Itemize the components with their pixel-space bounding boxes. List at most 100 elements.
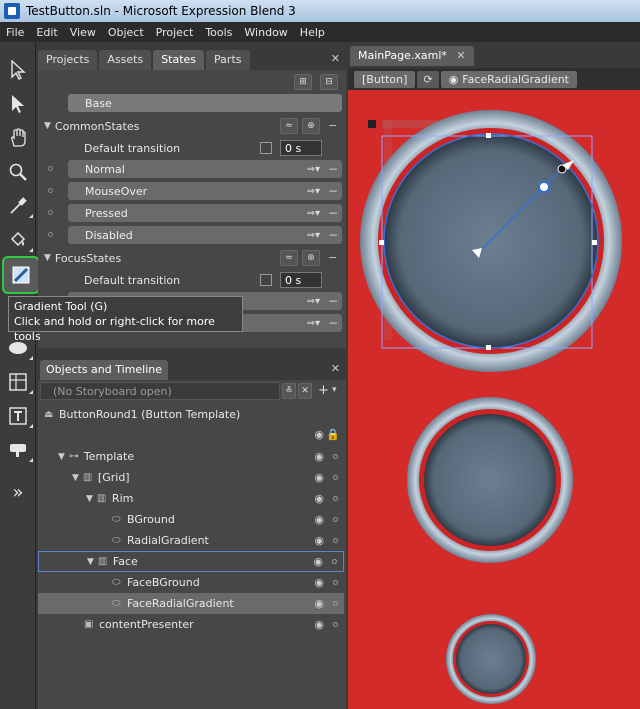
state-options-icon[interactable]: ⊟ (320, 74, 338, 90)
add-transition-icon[interactable]: ⇒▾ (307, 208, 320, 219)
selection-arrow-icon[interactable] (4, 56, 32, 84)
state-disabled[interactable]: Disabled ⇒▾ − (68, 226, 342, 244)
eye-icon[interactable]: ◉ (314, 450, 324, 463)
state-recording-dot[interactable] (48, 188, 53, 193)
state-mouseover[interactable]: MouseOver ⇒▾ − (68, 182, 342, 200)
remove-group-icon[interactable]: − (328, 251, 337, 264)
pan-hand-icon[interactable] (4, 124, 32, 152)
state-group-focusstates[interactable]: ▼ FocusStates (44, 249, 121, 267)
add-transition-icon[interactable]: ⇒▾ (307, 230, 320, 241)
eye-icon[interactable]: ◉ (314, 534, 324, 547)
asset-tool-icon[interactable] (4, 436, 33, 464)
paint-bucket-icon[interactable] (4, 226, 33, 254)
remove-state-icon[interactable]: − (328, 206, 338, 220)
up-scope-icon[interactable]: ⏏ (44, 409, 54, 419)
eye-icon[interactable]: ◉ (313, 555, 323, 568)
easing-icon[interactable] (260, 142, 272, 154)
new-storyboard-icon[interactable]: + (318, 383, 329, 398)
tree-row[interactable]: ▣ contentPresenter ◉ (38, 614, 344, 635)
add-state-icon[interactable]: ⊕ (302, 250, 320, 266)
transition-duration-input[interactable]: 0 s (280, 140, 322, 156)
menu-window[interactable]: Window (238, 26, 293, 39)
artboard[interactable] (348, 90, 640, 709)
state-recording-dot[interactable] (48, 232, 53, 237)
state-group-commonstates[interactable]: ▼ CommonStates (44, 117, 139, 135)
more-tools-icon[interactable]: » (4, 478, 32, 506)
state-pressed[interactable]: Pressed ⇒▾ − (68, 204, 342, 222)
pin-icon[interactable]: ✕ (331, 52, 340, 65)
add-transition-icon[interactable]: ⇒▾ (307, 164, 320, 175)
eye-icon[interactable]: ◉ (314, 471, 324, 484)
base-state[interactable]: Base (68, 94, 342, 112)
storyboard-menu-icon[interactable]: ▾ (332, 385, 337, 395)
expand-triangle-icon[interactable]: ▼ (87, 557, 94, 567)
pin-icon[interactable]: ✕ (331, 362, 340, 375)
tree-row[interactable]: ⬭ RadialGradient ◉ (38, 530, 344, 551)
transition-effect-icon[interactable]: ≈ (280, 118, 298, 134)
zoom-icon[interactable] (4, 158, 32, 186)
resize-handle[interactable] (379, 240, 384, 245)
breadcrumb-face-radial-gradient[interactable]: ◉ FaceRadialGradient (440, 70, 577, 88)
text-icon[interactable] (4, 402, 33, 430)
tab-assets[interactable]: Assets (99, 50, 152, 70)
state-normal[interactable]: Normal ⇒▾ − (68, 160, 342, 178)
tab-parts[interactable]: Parts (206, 50, 250, 70)
objects-panel-title[interactable]: Objects and Timeline (40, 360, 169, 380)
expand-triangle-icon[interactable]: ▼ (72, 473, 79, 483)
menu-file[interactable]: File (0, 26, 30, 39)
menu-tools[interactable]: Tools (199, 26, 238, 39)
state-recording-dot[interactable] (48, 210, 53, 215)
lock-dot-icon[interactable] (333, 454, 338, 459)
template-root-row[interactable]: ⏏ ButtonRound1 (Button Template) (38, 404, 344, 425)
close-storyboard-icon[interactable]: ✕ (298, 383, 312, 399)
resize-handle[interactable] (592, 240, 597, 245)
add-transition-icon[interactable]: ⇒▾ (307, 318, 320, 329)
remove-state-icon[interactable]: − (328, 316, 338, 330)
eye-icon[interactable]: ◉ (314, 576, 324, 589)
menu-edit[interactable]: Edit (30, 26, 63, 39)
lock-dot-icon[interactable] (332, 559, 337, 564)
tree-row[interactable]: ▼ ▥ [Grid] ◉ (38, 467, 344, 488)
grid-layout-icon[interactable] (4, 368, 33, 396)
direct-selection-icon[interactable] (4, 90, 32, 118)
transition-duration-input[interactable]: 0 s (280, 272, 322, 288)
eyedropper-icon[interactable] (4, 192, 33, 220)
expand-triangle-icon[interactable]: ▼ (44, 253, 51, 263)
lock-dot-icon[interactable] (333, 580, 338, 585)
menu-help[interactable]: Help (294, 26, 331, 39)
eye-icon[interactable]: ◉ (314, 492, 324, 505)
expand-triangle-icon[interactable]: ▼ (44, 121, 51, 131)
tree-row[interactable]: ⬭ FaceBGround ◉ (38, 572, 344, 593)
remove-state-icon[interactable]: − (328, 294, 338, 308)
lock-icon[interactable]: 🔒 (326, 428, 340, 441)
lock-dot-icon[interactable] (333, 601, 338, 606)
expand-triangle-icon[interactable]: ▼ (86, 494, 93, 504)
remove-group-icon[interactable]: − (328, 119, 337, 132)
easing-icon[interactable] (260, 274, 272, 286)
eye-icon[interactable]: ◉ (314, 428, 324, 441)
tree-row[interactable]: ▼ ⊶ Template ◉ (38, 446, 344, 467)
remove-state-icon[interactable]: − (328, 184, 338, 198)
lock-dot-icon[interactable] (333, 475, 338, 480)
tab-projects[interactable]: Projects (38, 50, 98, 70)
face-ellipse-medium[interactable] (424, 414, 556, 546)
eye-icon[interactable]: ◉ (314, 513, 324, 526)
lock-dot-icon[interactable] (333, 496, 338, 501)
menu-object[interactable]: Object (102, 26, 150, 39)
expand-triangle-icon[interactable]: ▼ (58, 452, 65, 462)
gradient-tool-icon[interactable] (2, 256, 40, 294)
remove-state-icon[interactable]: − (328, 162, 338, 176)
remove-state-icon[interactable]: − (328, 228, 338, 242)
eye-icon[interactable]: ◉ (314, 618, 324, 631)
template-scope-icon[interactable]: ⟳ (417, 70, 439, 88)
resize-handle[interactable] (486, 133, 491, 138)
state-recording-dot[interactable] (48, 166, 53, 171)
menu-project[interactable]: Project (150, 26, 200, 39)
add-transition-icon[interactable]: ⇒▾ (307, 296, 320, 307)
menu-view[interactable]: View (64, 26, 102, 39)
tree-row[interactable]: ▼ ▥ Face ◉ (38, 551, 344, 572)
document-tab[interactable]: MainPage.xaml* ✕ (350, 46, 474, 66)
add-transition-icon[interactable]: ⇒▾ (307, 186, 320, 197)
gradient-stop-handle[interactable] (538, 181, 550, 193)
tree-row[interactable]: ⬭ BGround ◉ (38, 509, 344, 530)
